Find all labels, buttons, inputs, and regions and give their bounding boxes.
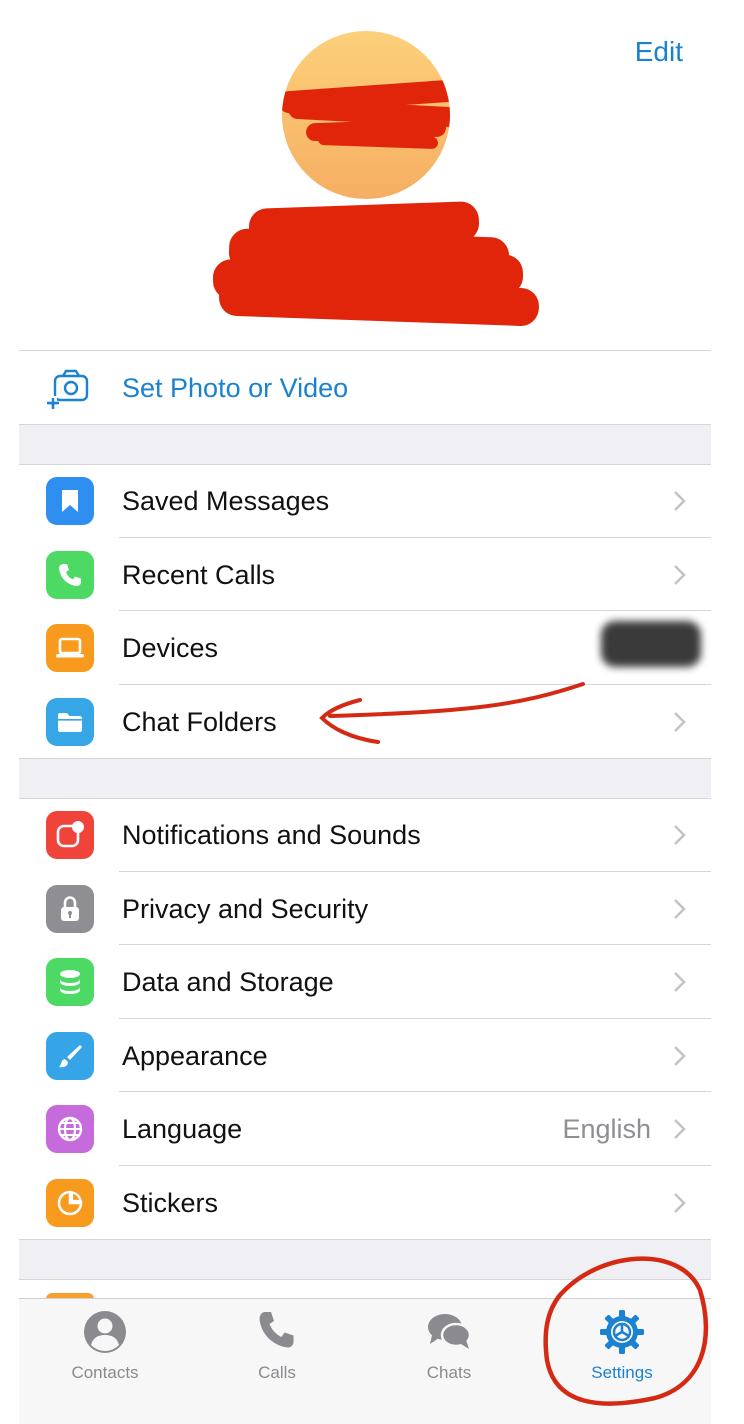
phone-icon	[46, 550, 94, 599]
tab-label: Contacts	[71, 1363, 139, 1382]
row-label: Devices	[122, 633, 219, 663]
tab-label: Chats	[426, 1363, 472, 1382]
set-photo-row[interactable]: Set Photo or Video	[19, 351, 711, 425]
tab-settings[interactable]: Settings	[562, 1309, 682, 1383]
tab-contacts[interactable]: Contacts	[45, 1309, 165, 1383]
row-language[interactable]: Language English	[19, 1092, 711, 1166]
brush-icon	[46, 1031, 94, 1080]
language-value: English	[562, 1114, 651, 1144]
set-photo-label: Set Photo or Video	[122, 373, 349, 403]
chevron-right-icon	[674, 711, 686, 732]
settings-group-main: Saved Messages Recent Calls Devices Chat	[19, 464, 711, 758]
section-gap	[19, 758, 711, 799]
tab-calls[interactable]: Calls	[217, 1309, 337, 1383]
gear-icon	[600, 1310, 644, 1354]
profile-name-redacted	[209, 200, 540, 330]
avatar[interactable]	[282, 31, 450, 199]
chevron-right-icon	[674, 972, 686, 992]
phone-icon	[259, 1312, 294, 1348]
person-icon	[84, 1311, 126, 1353]
settings-group-preferences: Notifications and Sounds Privacy and Sec…	[19, 798, 711, 1239]
tab-bar: Contacts Calls Chats Settings	[19, 1298, 711, 1424]
row-privacy[interactable]: Privacy and Security	[19, 872, 711, 945]
row-saved-messages[interactable]: Saved Messages	[19, 464, 711, 538]
row-appearance[interactable]: Appearance	[19, 1019, 711, 1092]
tab-label: Settings	[591, 1363, 653, 1382]
tab-label: Calls	[258, 1363, 296, 1382]
row-label: Chat Folders	[122, 706, 277, 737]
laptop-icon	[46, 624, 94, 672]
row-stickers[interactable]: Stickers	[19, 1166, 711, 1240]
chevron-right-icon	[674, 898, 686, 919]
redacted-value	[601, 621, 701, 667]
row-data-storage[interactable]: Data and Storage	[19, 945, 711, 1019]
notification-icon	[46, 811, 94, 859]
globe-icon	[46, 1105, 94, 1153]
row-label: Recent Calls	[122, 559, 276, 590]
chevron-right-icon	[674, 491, 686, 511]
row-label: Privacy and Security	[122, 893, 369, 924]
row-label: Language	[122, 1114, 243, 1144]
row-label: Stickers	[122, 1187, 219, 1218]
chevron-right-icon	[674, 825, 686, 845]
row-notifications[interactable]: Notifications and Sounds	[19, 798, 711, 872]
edit-button[interactable]: Edit	[635, 36, 683, 68]
chevron-right-icon	[674, 564, 686, 585]
lock-icon	[46, 884, 94, 933]
chevron-right-icon	[674, 1045, 686, 1066]
chat-bubbles-icon	[428, 1314, 472, 1349]
sticker-icon	[46, 1178, 94, 1227]
row-label: Saved Messages	[122, 486, 330, 516]
row-chat-folders[interactable]: Chat Folders	[19, 685, 711, 759]
camera-add-icon	[47, 369, 89, 409]
section-gap	[19, 424, 711, 465]
tab-chats[interactable]: Chats	[389, 1309, 509, 1383]
settings-screen: Edit Set Photo or Video Saved Messages R…	[19, 0, 711, 1424]
chevron-right-icon	[674, 1192, 686, 1213]
row-label: Notifications and Sounds	[122, 820, 421, 850]
folder-icon	[46, 697, 94, 746]
row-devices[interactable]: Devices	[19, 611, 711, 685]
chevron-right-icon	[674, 1119, 686, 1139]
bookmark-icon	[46, 477, 94, 525]
database-icon	[46, 958, 94, 1006]
row-recent-calls[interactable]: Recent Calls	[19, 538, 711, 611]
row-label: Appearance	[122, 1040, 268, 1071]
row-label: Data and Storage	[122, 967, 334, 997]
section-gap	[19, 1239, 711, 1280]
